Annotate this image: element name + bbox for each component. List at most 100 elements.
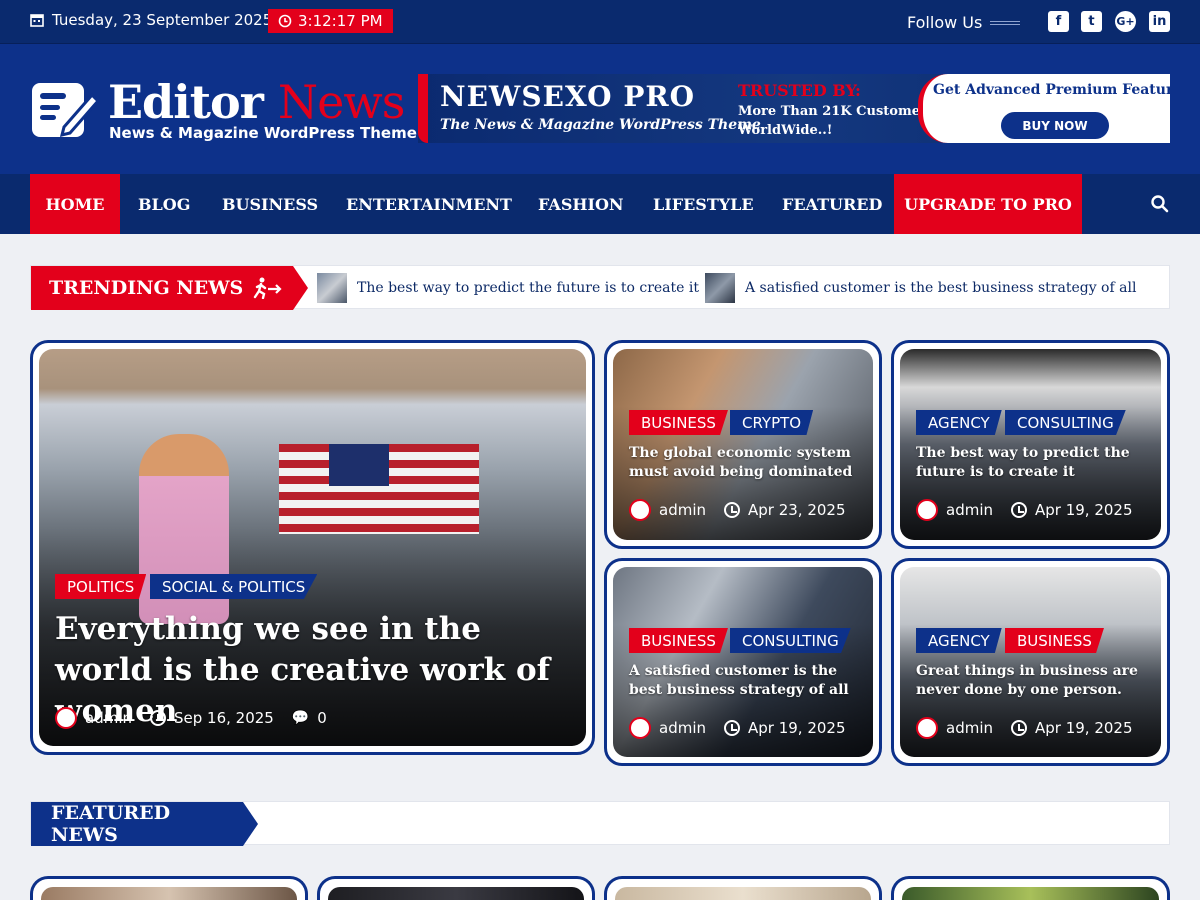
featured-post-card[interactable] [30, 876, 308, 900]
post-date[interactable]: Apr 23, 2025 [748, 501, 846, 519]
follow-us: Follow Us [907, 13, 1021, 32]
post-meta: admin Sep 16, 2025 💬 0 [55, 707, 327, 729]
site-header: Editor News News & Magazine WordPress Th… [0, 44, 1200, 174]
comment-count[interactable]: 0 [317, 709, 327, 727]
follow-label: Follow Us [907, 13, 983, 32]
category-tag[interactable]: AGENCY [916, 628, 1002, 653]
clock-icon [724, 720, 740, 736]
banner-features-text: Get Advanced Premium Features [933, 82, 1170, 98]
author-avatar [629, 499, 651, 521]
nav-upgrade-to-pro[interactable]: UPGRADE TO PRO [894, 174, 1082, 234]
trending-label: TRENDING NEWS [31, 266, 293, 310]
nav-blog[interactable]: BLOG [138, 174, 190, 234]
featured-post-image[interactable] [328, 887, 584, 900]
author-name[interactable]: admin [946, 719, 993, 737]
featured-label: FEATURED NEWS [31, 802, 243, 846]
post-image[interactable]: AGENCY BUSINESS Great things in business… [900, 567, 1161, 757]
side-post-card[interactable]: AGENCY BUSINESS Great things in business… [891, 558, 1170, 766]
post-date[interactable]: Apr 19, 2025 [748, 719, 846, 737]
post-meta: admin Apr 23, 2025 [629, 499, 846, 521]
search-icon[interactable] [1150, 194, 1170, 214]
featured-post-card[interactable] [317, 876, 595, 900]
post-image[interactable]: AGENCY CONSULTING The best way to predic… [900, 349, 1161, 540]
post-date[interactable]: Apr 19, 2025 [1035, 501, 1133, 519]
side-post-card[interactable]: BUSINESS CRYPTO The global economic syst… [604, 340, 882, 549]
twitter-icon[interactable]: t [1081, 11, 1102, 32]
nav-lifestyle[interactable]: LIFESTYLE [653, 174, 754, 234]
logo-news-icon[interactable] [30, 81, 100, 139]
site-tagline: News & Magazine WordPress Theme [109, 124, 417, 142]
category-tag[interactable]: SOCIAL & POLITICS [150, 574, 318, 599]
banner-cta-panel: Get Advanced Premium Features BUY NOW [918, 74, 1170, 143]
nav-entertainment[interactable]: ENTERTAINMENT [346, 174, 512, 234]
main-post-image[interactable]: POLITICS SOCIAL & POLITICS Everything we… [39, 349, 586, 746]
category-tag[interactable]: BUSINESS [629, 628, 728, 653]
nav-fashion[interactable]: FASHION [538, 174, 624, 234]
featured-post-image[interactable] [41, 887, 297, 900]
category-tag[interactable]: BUSINESS [1005, 628, 1104, 653]
clock-icon [278, 14, 292, 28]
trending-item-title: The best way to predict the future is to… [357, 280, 699, 296]
post-image[interactable]: BUSINESS CONSULTING A satisfied customer… [613, 567, 873, 757]
featured-post-card[interactable] [604, 876, 882, 900]
author-avatar [916, 717, 938, 739]
main-post-card[interactable]: POLITICS SOCIAL & POLITICS Everything we… [30, 340, 595, 755]
trending-item[interactable]: A satisfied customer is the best busines… [705, 273, 1136, 303]
banner-subtitle: The News & Magazine WordPress Theme [440, 117, 761, 133]
side-post-card[interactable]: AGENCY CONSULTING The best way to predic… [891, 340, 1170, 549]
category-tag[interactable]: CRYPTO [730, 410, 814, 435]
featured-post-card[interactable] [891, 876, 1170, 900]
promo-banner[interactable]: NEWSEXO PRO The News & Magazine WordPres… [418, 74, 1170, 143]
facebook-icon[interactable]: f [1048, 11, 1069, 32]
buy-now-button[interactable]: BUY NOW [1001, 112, 1109, 139]
nav-business[interactable]: BUSINESS [222, 174, 318, 234]
clock-icon [1011, 720, 1027, 736]
category-tag[interactable]: CONSULTING [1005, 410, 1126, 435]
linkedin-icon[interactable]: in [1149, 11, 1170, 32]
google-plus-icon[interactable]: G+ [1115, 11, 1136, 32]
author-name[interactable]: admin [659, 719, 706, 737]
comment-icon: 💬 [291, 710, 310, 726]
featured-post-image[interactable] [902, 887, 1159, 900]
post-date[interactable]: Sep 16, 2025 [174, 709, 274, 727]
time-badge: 3:12:17 PM [268, 9, 393, 33]
trending-news-bar: TRENDING NEWS The best way to predict th… [30, 265, 1170, 310]
banner-customers: More Than 21K Customers WorldWide..! [738, 102, 934, 140]
author-name[interactable]: admin [85, 709, 132, 727]
post-image[interactable]: BUSINESS CRYPTO The global economic syst… [613, 349, 873, 540]
clock-icon [150, 710, 166, 726]
date-display: Tuesday, 23 September 2025 [30, 11, 272, 29]
time-text: 3:12:17 PM [298, 12, 383, 30]
author-avatar [916, 499, 938, 521]
author-name[interactable]: admin [659, 501, 706, 519]
post-title[interactable]: The global economic system must avoid be… [629, 444, 865, 482]
banner-customers-line2: WorldWide..! [738, 123, 833, 138]
trending-item[interactable]: The best way to predict the future is to… [317, 273, 699, 303]
trending-thumbnail [317, 273, 347, 303]
category-tag[interactable]: POLITICS [55, 574, 147, 599]
author-avatar [629, 717, 651, 739]
featured-post-image[interactable] [615, 887, 871, 900]
category-tag[interactable]: CONSULTING [730, 628, 851, 653]
post-title[interactable]: Great things in business are never done … [916, 662, 1152, 700]
post-meta: admin Apr 19, 2025 [629, 717, 846, 739]
banner-title: NEWSEXO PRO [440, 80, 696, 113]
side-post-card[interactable]: BUSINESS CONSULTING A satisfied customer… [604, 558, 882, 766]
logo-word-news: News [277, 75, 405, 129]
post-date[interactable]: Apr 19, 2025 [1035, 719, 1133, 737]
category-tag[interactable]: AGENCY [916, 410, 1002, 435]
featured-news-bar: FEATURED NEWS [30, 801, 1170, 846]
follow-divider [990, 20, 1021, 25]
post-meta: admin Apr 19, 2025 [916, 717, 1133, 739]
site-logo-title[interactable]: Editor News [108, 74, 405, 130]
nav-home[interactable]: HOME [30, 174, 120, 234]
flag-canton [329, 444, 389, 486]
main-nav: HOME BLOG BUSINESS ENTERTAINMENT FASHION… [0, 174, 1200, 234]
nav-featured[interactable]: FEATURED [782, 174, 882, 234]
banner-accent [418, 74, 428, 143]
author-name[interactable]: admin [946, 501, 993, 519]
category-tag[interactable]: BUSINESS [629, 410, 728, 435]
post-title[interactable]: A satisfied customer is the best busines… [629, 662, 865, 700]
post-title[interactable]: The best way to predict the future is to… [916, 444, 1152, 482]
logo-word-editor: Editor [108, 75, 278, 129]
